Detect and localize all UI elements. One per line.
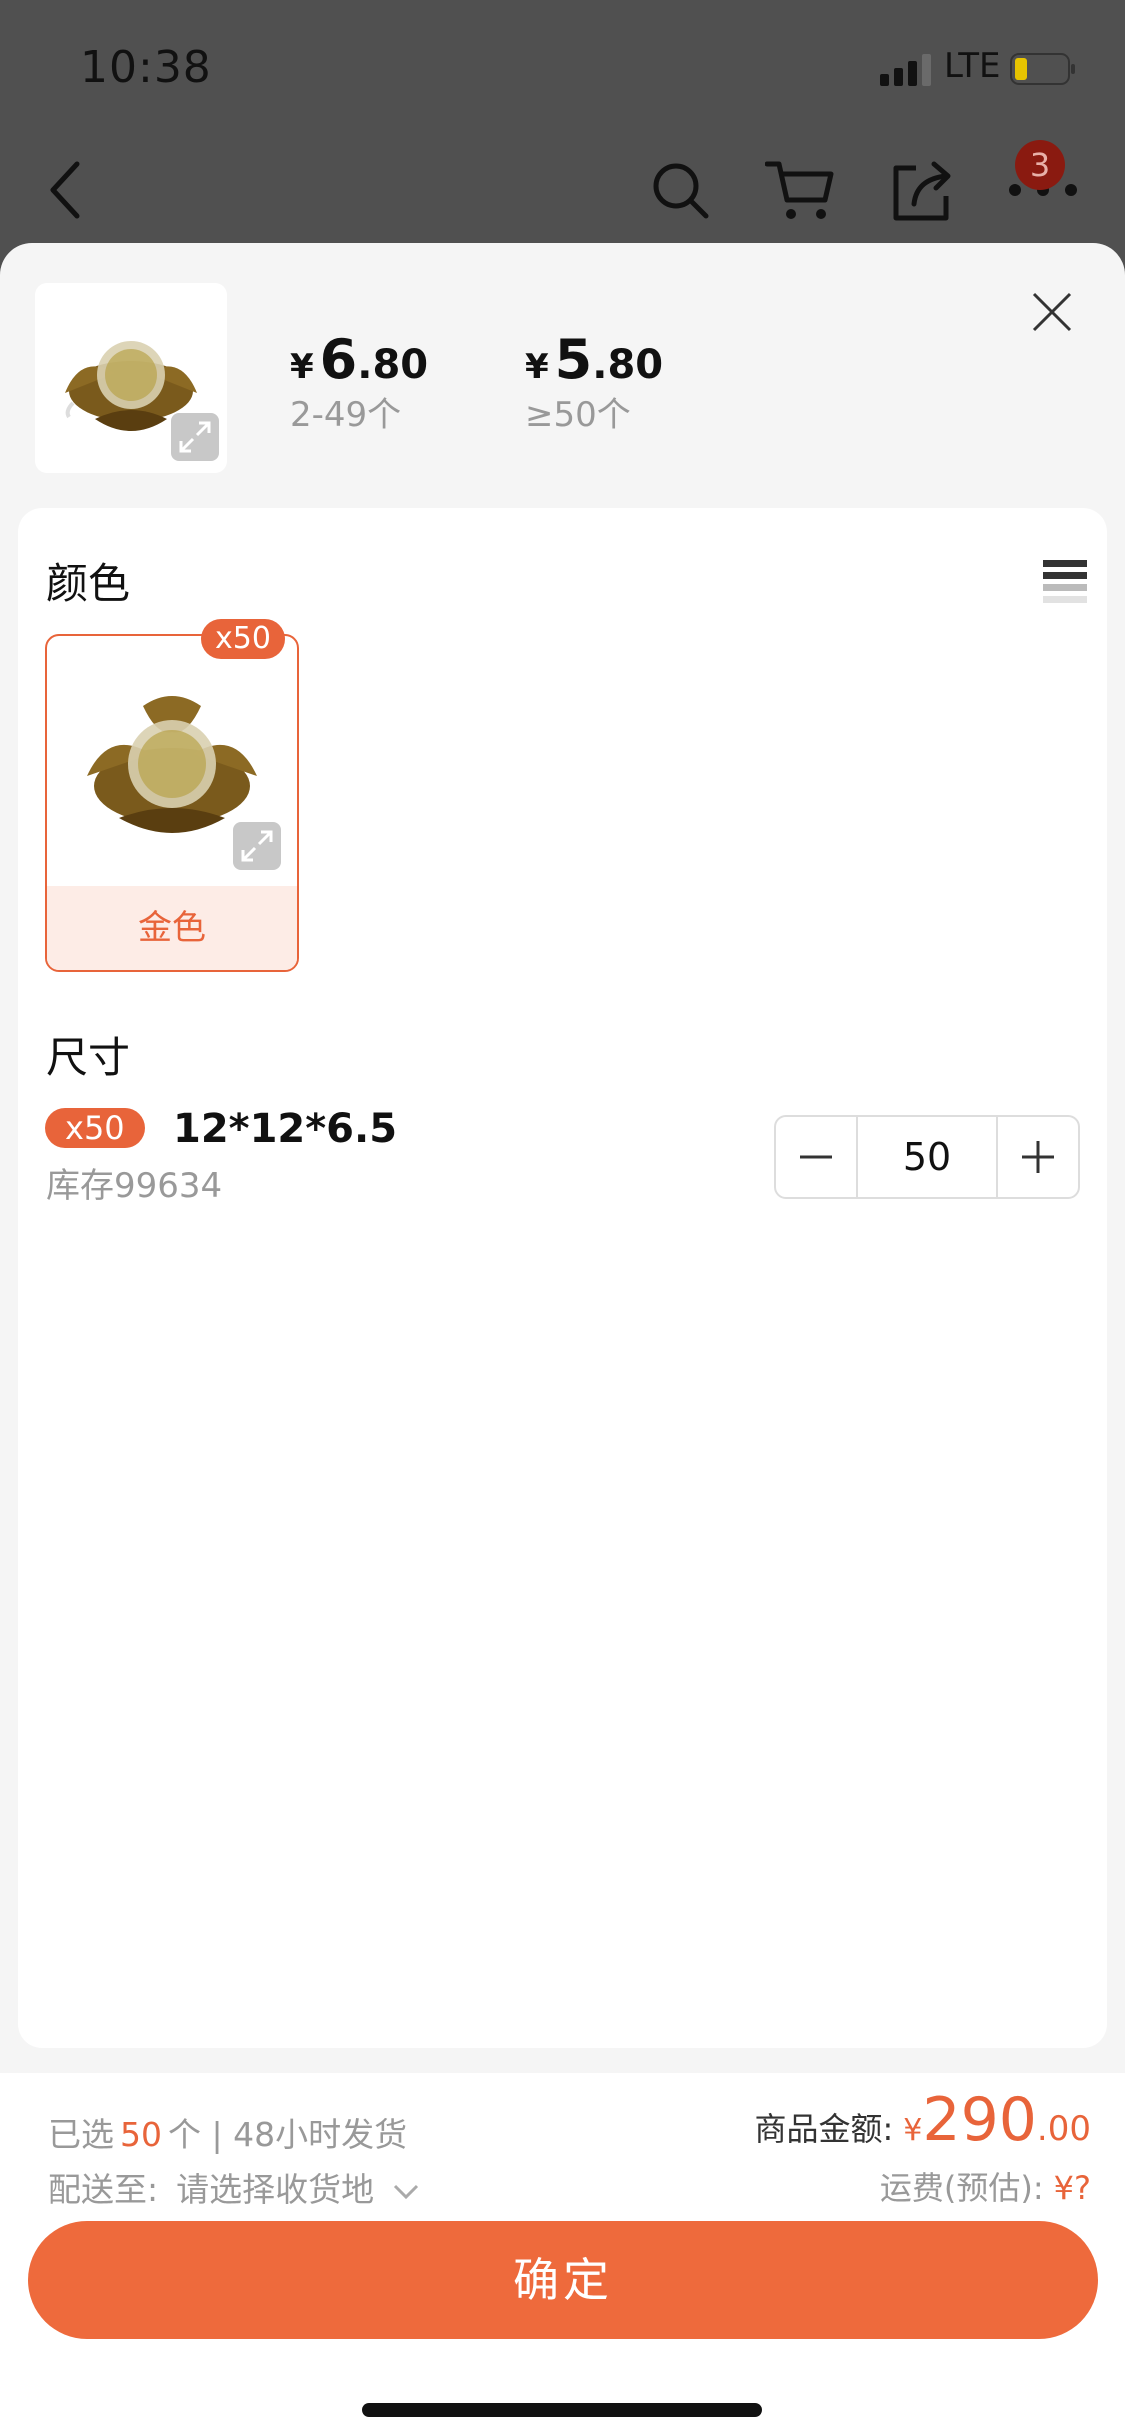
chevron-down-icon [393,2184,418,2199]
list-view-icon[interactable] [1043,558,1087,606]
price-range: 2-49个 [290,395,402,435]
amount-currency: ¥ [903,2113,923,2148]
color-option-gold[interactable]: 金色 [45,634,299,972]
back-icon[interactable] [45,160,85,220]
selected-prefix: 已选 [48,2115,114,2154]
decrease-button[interactable] [776,1117,856,1197]
options-card: 颜色 金色 x50 尺寸 x50 12*12*6.5 库存99634 50 [18,508,1107,2048]
amount-decimal: .00 [1036,2109,1091,2149]
close-icon[interactable] [1030,290,1074,334]
product-thumbnail[interactable] [35,283,227,473]
goods-amount: 商品金额: ¥290.00 [755,2085,1092,2155]
increase-button[interactable] [998,1117,1078,1197]
sku-selector-sheet: ¥6.80 2-49个 ¥5.80 ≥50个 颜色 金色 x50 尺寸 x50 … [0,243,1125,2436]
ship-to-selector[interactable]: 配送至: 请选择收货地 [48,2163,419,2211]
plus-icon [1022,1141,1054,1173]
signal-icon [880,54,931,86]
quantity-input[interactable]: 50 [856,1117,998,1197]
network-type: LTE [944,46,1001,86]
color-option-label: 金色 [47,886,297,970]
size-section-title: 尺寸 [46,1033,131,1082]
minus-icon [800,1155,832,1159]
cart-count-badge: 3 [1015,140,1065,190]
status-time: 10:38 [80,42,212,93]
expand-icon[interactable] [171,413,219,461]
freight-label: 运费(预估): [879,2169,1044,2207]
price-integer: 6 [319,328,358,391]
ship-to-value: 请选择收货地 [176,2170,375,2209]
expand-icon[interactable] [233,822,281,870]
quantity-stepper: 50 [774,1115,1080,1199]
currency-symbol: ¥ [525,347,549,387]
price-tier-1: ¥6.80 2-49个 [290,328,428,436]
amount-label: 商品金额: [754,2110,894,2148]
ship-to-label: 配送至: [48,2170,159,2209]
home-indicator [362,2403,762,2417]
price-tier-2: ¥5.80 ≥50个 [525,328,663,436]
order-footer: 已选 50 个 | 48小时发货 配送至: 请选择收货地 商品金额: ¥290.00 运… [0,2073,1125,2436]
size-count-badge: x50 [45,1108,145,1148]
confirm-button[interactable]: 确定 [28,2221,1098,2339]
selected-suffix: 个 | 48小时发货 [168,2115,408,2154]
price-integer: 5 [554,328,593,391]
price-decimal: .80 [592,342,664,388]
size-name: 12*12*6.5 [173,1106,398,1152]
selected-count: 50 [120,2115,162,2154]
freight-estimate: 运费(预估): ¥? [880,2163,1091,2209]
search-icon[interactable] [650,160,712,222]
freight-value: ¥? [1053,2169,1091,2207]
amount-integer: 290 [922,2085,1037,2155]
battery-icon [1010,53,1075,85]
color-count-badge: x50 [201,619,285,659]
price-decimal: .80 [357,342,429,388]
size-stock: 库存99634 [46,1166,223,1206]
currency-symbol: ¥ [290,347,314,387]
color-section-title: 颜色 [46,559,131,608]
cart-icon[interactable] [765,158,837,224]
price-range: ≥50个 [525,395,631,435]
share-icon[interactable] [888,158,954,224]
selected-summary: 已选 50 个 | 48小时发货 [48,2108,407,2156]
